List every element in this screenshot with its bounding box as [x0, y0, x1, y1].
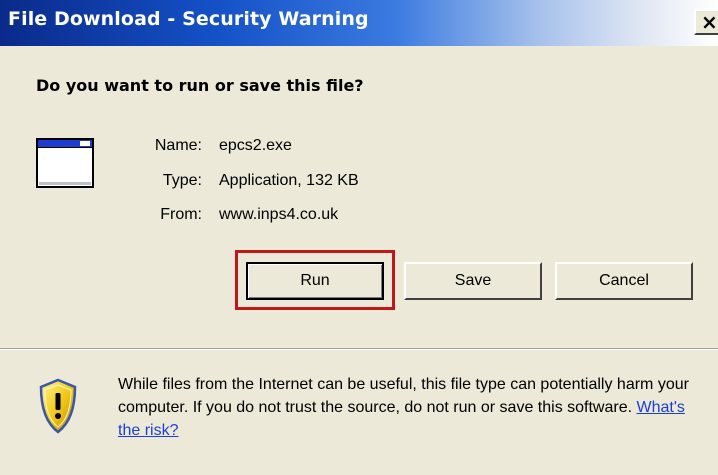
security-warning-dialog: File Download - Security Warning × Do yo… [0, 0, 718, 475]
separator-highlight [0, 349, 718, 350]
name-label: Name: [154, 137, 202, 154]
run-button[interactable]: Run [246, 262, 384, 300]
type-label: Type: [162, 172, 202, 189]
warning-text: While files from the Internet can be use… [118, 376, 689, 416]
from-value: www.inps4.co.uk [219, 206, 339, 223]
close-icon: × [701, 10, 718, 34]
cancel-button[interactable]: Cancel [555, 262, 693, 300]
from-label: From: [160, 206, 202, 223]
save-button[interactable]: Save [404, 262, 542, 300]
shield-warning-icon [39, 378, 77, 434]
close-button[interactable]: × [694, 9, 718, 35]
dialog-question: Do you want to run or save this file? [36, 76, 364, 95]
warning-message: While files from the Internet can be use… [118, 373, 708, 442]
title-bar[interactable]: File Download - Security Warning × [0, 0, 718, 46]
name-value: epcs2.exe [219, 137, 292, 154]
window-title: File Download - Security Warning [8, 8, 369, 30]
type-value: Application, 132 KB [219, 172, 359, 189]
